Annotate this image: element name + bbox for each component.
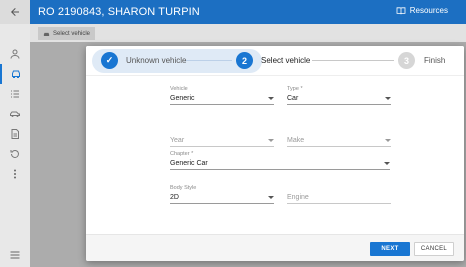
page-title: RO 2190843, SHARON TURPIN <box>38 6 200 18</box>
make-placeholder: Make <box>287 137 305 144</box>
arrow-left-icon <box>11 8 19 16</box>
step-3-label: Finish <box>424 56 446 65</box>
chapter-label: Chapter * <box>170 151 194 157</box>
sidebar-item-history[interactable] <box>0 144 30 164</box>
history-icon <box>10 149 19 158</box>
sidebar-item-more[interactable] <box>0 164 30 184</box>
car-small-icon <box>43 32 50 36</box>
chapter-value: Generic Car <box>170 160 208 167</box>
step-connector <box>186 60 232 61</box>
step-1-label: Unknown vehicle <box>126 56 187 65</box>
engine-placeholder: Engine <box>287 194 309 201</box>
back-button[interactable] <box>0 0 30 24</box>
sidebar-nav <box>0 44 30 184</box>
tab-select-vehicle-label: Select vehicle <box>53 30 91 37</box>
document-icon <box>11 129 19 139</box>
step-2-label: Select vehicle <box>261 56 311 65</box>
dropdown-arrow-icon <box>268 196 274 199</box>
make-select[interactable]: Make <box>287 128 391 147</box>
type-select[interactable]: Type * Car <box>287 86 391 105</box>
vehicle-select[interactable]: Vehicle Generic <box>170 86 274 105</box>
chapter-select[interactable]: Chapter * Generic Car <box>170 151 390 170</box>
cancel-button[interactable]: CANCEL <box>414 242 454 256</box>
year-select[interactable]: Year <box>170 128 274 147</box>
step-3-number: 3 <box>398 52 415 69</box>
car-icon <box>12 70 20 78</box>
sidebar-item-vehicle-side[interactable] <box>0 104 30 124</box>
dropdown-arrow-icon <box>384 162 390 165</box>
book-icon <box>396 6 406 14</box>
engine-field[interactable]: Engine <box>287 193 391 204</box>
vehicle-label: Vehicle <box>170 86 188 92</box>
user-icon <box>10 49 20 59</box>
dropdown-arrow-icon <box>385 97 391 100</box>
vehicle-form: Vehicle Generic Type * Car Year Make Cha… <box>86 76 464 231</box>
top-bar: RO 2190843, SHARON TURPIN Resources <box>30 0 466 24</box>
year-placeholder: Year <box>170 137 185 144</box>
resources-label: Resources <box>409 6 448 15</box>
type-value: Car <box>287 95 299 102</box>
dropdown-arrow-icon <box>268 97 274 100</box>
dropdown-arrow-icon <box>385 139 391 142</box>
select-vehicle-dialog: ✓ Unknown vehicle 2 Select vehicle 3 Fin… <box>86 46 464 261</box>
body-style-value: 2D <box>170 194 179 201</box>
body-style-select[interactable]: Body Style 2D <box>170 185 274 204</box>
sidebar-item-customer[interactable] <box>0 44 30 64</box>
sidebar-item-vehicle[interactable] <box>0 64 30 84</box>
next-button[interactable]: NEXT <box>370 242 410 256</box>
tab-select-vehicle[interactable]: Select vehicle <box>38 27 96 40</box>
sidebar <box>0 0 30 267</box>
menu-button[interactable] <box>0 243 30 267</box>
list-icon <box>11 90 19 98</box>
sidebar-item-documents[interactable] <box>0 124 30 144</box>
vehicle-side-icon <box>10 111 20 117</box>
sidebar-item-list[interactable] <box>0 84 30 104</box>
step-connector <box>312 60 394 61</box>
resources-button[interactable]: Resources <box>396 6 448 15</box>
dropdown-arrow-icon <box>268 139 274 142</box>
dialog-footer: NEXT CANCEL <box>86 234 464 261</box>
vehicle-value: Generic <box>170 95 195 102</box>
step-1-check-icon: ✓ <box>101 52 118 69</box>
type-label: Type * <box>287 86 303 92</box>
body-style-label: Body Style <box>170 185 197 191</box>
hamburger-icon <box>10 251 20 259</box>
stepper: ✓ Unknown vehicle 2 Select vehicle 3 Fin… <box>86 46 464 76</box>
sub-toolbar: Select vehicle <box>30 24 466 42</box>
more-vert-icon <box>14 169 16 179</box>
step-2-number: 2 <box>236 52 253 69</box>
